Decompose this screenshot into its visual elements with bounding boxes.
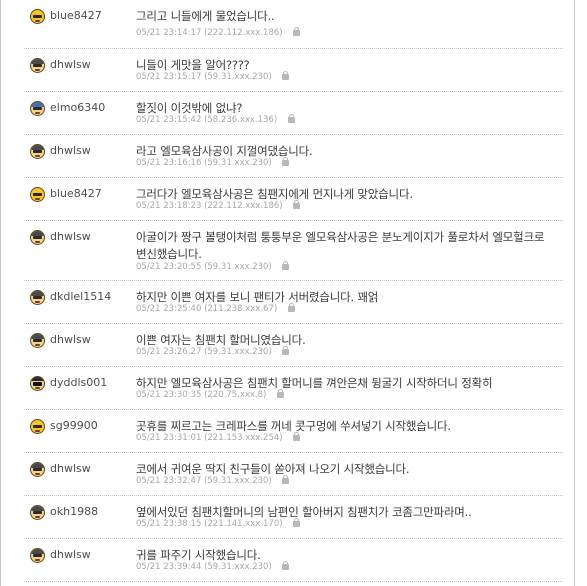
comment-row: dyddls001 하지만 엘모육삼사공은 침팬치 할머니를 껴안은채 뒹굴기 … — [24, 367, 563, 410]
comment-row: blue8427 그리고 니들에게 물었습니다.. 05/21 23:14:17… — [24, 0, 563, 49]
lock-icon[interactable] — [293, 27, 301, 36]
comment-username[interactable]: dhwlsw — [50, 462, 91, 475]
lock-icon[interactable] — [293, 518, 301, 527]
comment-row: elmo6340 할짓이 이것밖에 없냐? 05/21 23:15:42 (58… — [24, 92, 563, 135]
lock-icon[interactable] — [282, 561, 290, 570]
cap-avatar-icon — [30, 462, 45, 477]
comment-time: 05/21 23:32:47 — [136, 476, 202, 486]
comment-ip: (221.153.xxx.254) — [204, 433, 283, 443]
comment-ip: (221.141.xxx.170) — [204, 519, 283, 529]
comment-username[interactable]: dkdlel1514 — [50, 290, 111, 303]
comment-username[interactable]: okh1988 — [50, 505, 98, 518]
cap-avatar-icon — [30, 144, 45, 159]
comment-ip: (59.31.xxx.230) — [204, 562, 272, 572]
comment-row: dhwlsw 코에서 귀여운 딱지 친구들이 쏟아져 나오기 시작했습니다. 0… — [24, 453, 563, 496]
comment-ip: (59.31.xxx.230) — [204, 476, 272, 486]
cap-avatar-icon — [30, 290, 45, 305]
comment-meta: 05/21 23:39:44 (59.31.xxx.230) — [136, 561, 290, 572]
comment-row: dhwlsw 니들이 게맛을 알어???? 05/21 23:15:17 (59… — [24, 49, 563, 92]
lock-icon[interactable] — [282, 157, 290, 166]
lock-icon[interactable] — [277, 389, 285, 398]
comment-text: 아굴이가 짱구 볼탱이처럼 퉁퉁부운 엘모육삼사공은 분노게이지가 풀로차서 엘… — [136, 230, 545, 261]
comment-meta: 05/21 23:30:35 (220.75.xxx.8) — [136, 389, 285, 400]
comment-username[interactable]: dhwlsw — [50, 333, 91, 346]
yellow-face-avatar-icon — [30, 9, 45, 24]
cap-avatar-icon — [30, 230, 45, 245]
comment-time: 05/21 23:16:16 — [136, 158, 202, 168]
lock-icon[interactable] — [287, 303, 295, 312]
comment-username[interactable]: sg99900 — [50, 419, 98, 432]
comment-ip: (211.238.xxx.67) — [204, 304, 278, 314]
comment-row: dhwlsw 라고 엘모육삼사공이 지껄여댔습니다. 05/21 23:16:1… — [24, 135, 563, 178]
comment-row: blue8427 그러다가 엘모육삼사공은 침팬지에게 먼지나게 맞았습니다. … — [24, 178, 563, 221]
comment-text: 그리고 니들에게 물었습니다.. — [136, 9, 275, 23]
comment-ip: (58.236.xxx.136) — [204, 115, 278, 125]
comment-row: okh1988 옆에서있던 침팬치할머니의 남편인 할아버지 침팬치가 코좀그만… — [24, 496, 563, 539]
comment-time: 05/21 23:31:01 — [136, 433, 202, 443]
lock-icon[interactable] — [282, 261, 290, 270]
comment-meta: 05/21 23:20:55 (59.31.xxx.230) — [136, 261, 290, 272]
comment-time: 05/21 23:39:44 — [136, 562, 202, 572]
comment-meta: 05/21 23:18:23 (222.112.xxx.186) — [136, 200, 301, 211]
comment-meta: 05/21 23:26:27 (59.31.xxx.230) — [136, 346, 290, 357]
comment-time: 05/21 23:26:27 — [136, 347, 202, 357]
comment-ip: (220.75.xxx.8) — [204, 390, 267, 400]
cap-avatar-icon — [30, 505, 45, 520]
yellow-face-avatar-icon — [30, 187, 45, 202]
comment-meta: 05/21 23:15:42 (58.236.xxx.136) — [136, 114, 295, 125]
comment-row: sg99900 곳휴를 찌르고는 크레파스를 꺼네 콧구멍에 쑤셔넣기 시작했습… — [24, 410, 563, 453]
comment-time: 05/21 23:18:23 — [136, 201, 202, 211]
comment-username[interactable]: blue8427 — [50, 9, 102, 22]
comment-meta: 05/21 23:38:15 (221.141.xxx.170) — [136, 518, 301, 529]
cap-avatar-icon — [30, 58, 45, 73]
comment-time: 05/21 23:15:17 — [136, 72, 202, 82]
comment-username[interactable]: dhwlsw — [50, 144, 91, 157]
lock-icon[interactable] — [282, 71, 290, 80]
cap-avatar-icon — [30, 548, 45, 563]
comment-time: 05/21 23:20:55 — [136, 262, 202, 272]
blue-cap-avatar-icon — [30, 101, 45, 116]
comment-row: dhwlsw 귀를 파주기 시작했습니다. 05/21 23:39:44 (59… — [24, 539, 563, 582]
comment-username[interactable]: dhwlsw — [50, 230, 91, 243]
comment-username[interactable]: dyddls001 — [50, 376, 107, 389]
comment-ip: (59.31.xxx.230) — [204, 262, 272, 272]
comment-time: 05/21 23:14:17 — [136, 28, 202, 38]
comment-time: 05/21 23:38:15 — [136, 519, 202, 529]
comment-time: 05/21 23:15:42 — [136, 115, 202, 125]
comment-meta: 05/21 23:31:01 (221.153.xxx.254) — [136, 432, 301, 443]
comment-username[interactable]: dhwlsw — [50, 548, 91, 561]
comment-username[interactable]: dhwlsw — [50, 58, 91, 71]
comment-meta: 05/21 23:14:17 (222.112.xxx.186) — [136, 27, 301, 38]
comment-ip: (59.31.xxx.230) — [204, 158, 272, 168]
comment-username[interactable]: elmo6340 — [50, 101, 105, 114]
comment-ip: (59.31.xxx.230) — [204, 72, 272, 82]
comment-ip: (59.31.xxx.230) — [204, 347, 272, 357]
lock-icon[interactable] — [287, 114, 295, 123]
comment-ip: (222.112.xxx.186) — [204, 201, 283, 211]
lock-icon[interactable] — [293, 200, 301, 209]
comment-row: dhwlsw 이쁜 여자는 침팬치 할머니였습니다. 05/21 23:26:2… — [24, 324, 563, 367]
comment-time: 05/21 23:25:40 — [136, 304, 202, 314]
comment-row: dkdlel1514 하지만 이쁜 여자를 보니 팬티가 서버렸습니다. 꽤얽 … — [24, 281, 563, 324]
comment-meta: 05/21 23:32:47 (59.31.xxx.230) — [136, 475, 290, 486]
page-gutter — [575, 0, 587, 586]
lock-icon[interactable] — [282, 475, 290, 484]
cap-avatar-icon — [30, 333, 45, 348]
comment-time: 05/21 23:30:35 — [136, 390, 202, 400]
comment-meta: 05/21 23:15:17 (59.31.xxx.230) — [136, 71, 290, 82]
comment-username[interactable]: blue8427 — [50, 187, 102, 200]
comment-row: dhwlsw 아굴이가 짱구 볼탱이처럼 퉁퉁부운 엘모육삼사공은 분노게이지가… — [24, 221, 563, 281]
lock-icon[interactable] — [293, 432, 301, 441]
comment-meta: 05/21 23:25:40 (211.238.xxx.67) — [136, 303, 295, 314]
comment-meta: 05/21 23:16:16 (59.31.xxx.230) — [136, 157, 290, 168]
lock-icon[interactable] — [282, 346, 290, 355]
yellow-face-avatar-icon — [30, 419, 45, 434]
comment-ip: (222.112.xxx.186) — [204, 28, 283, 38]
sunglasses-avatar-icon — [30, 376, 45, 391]
